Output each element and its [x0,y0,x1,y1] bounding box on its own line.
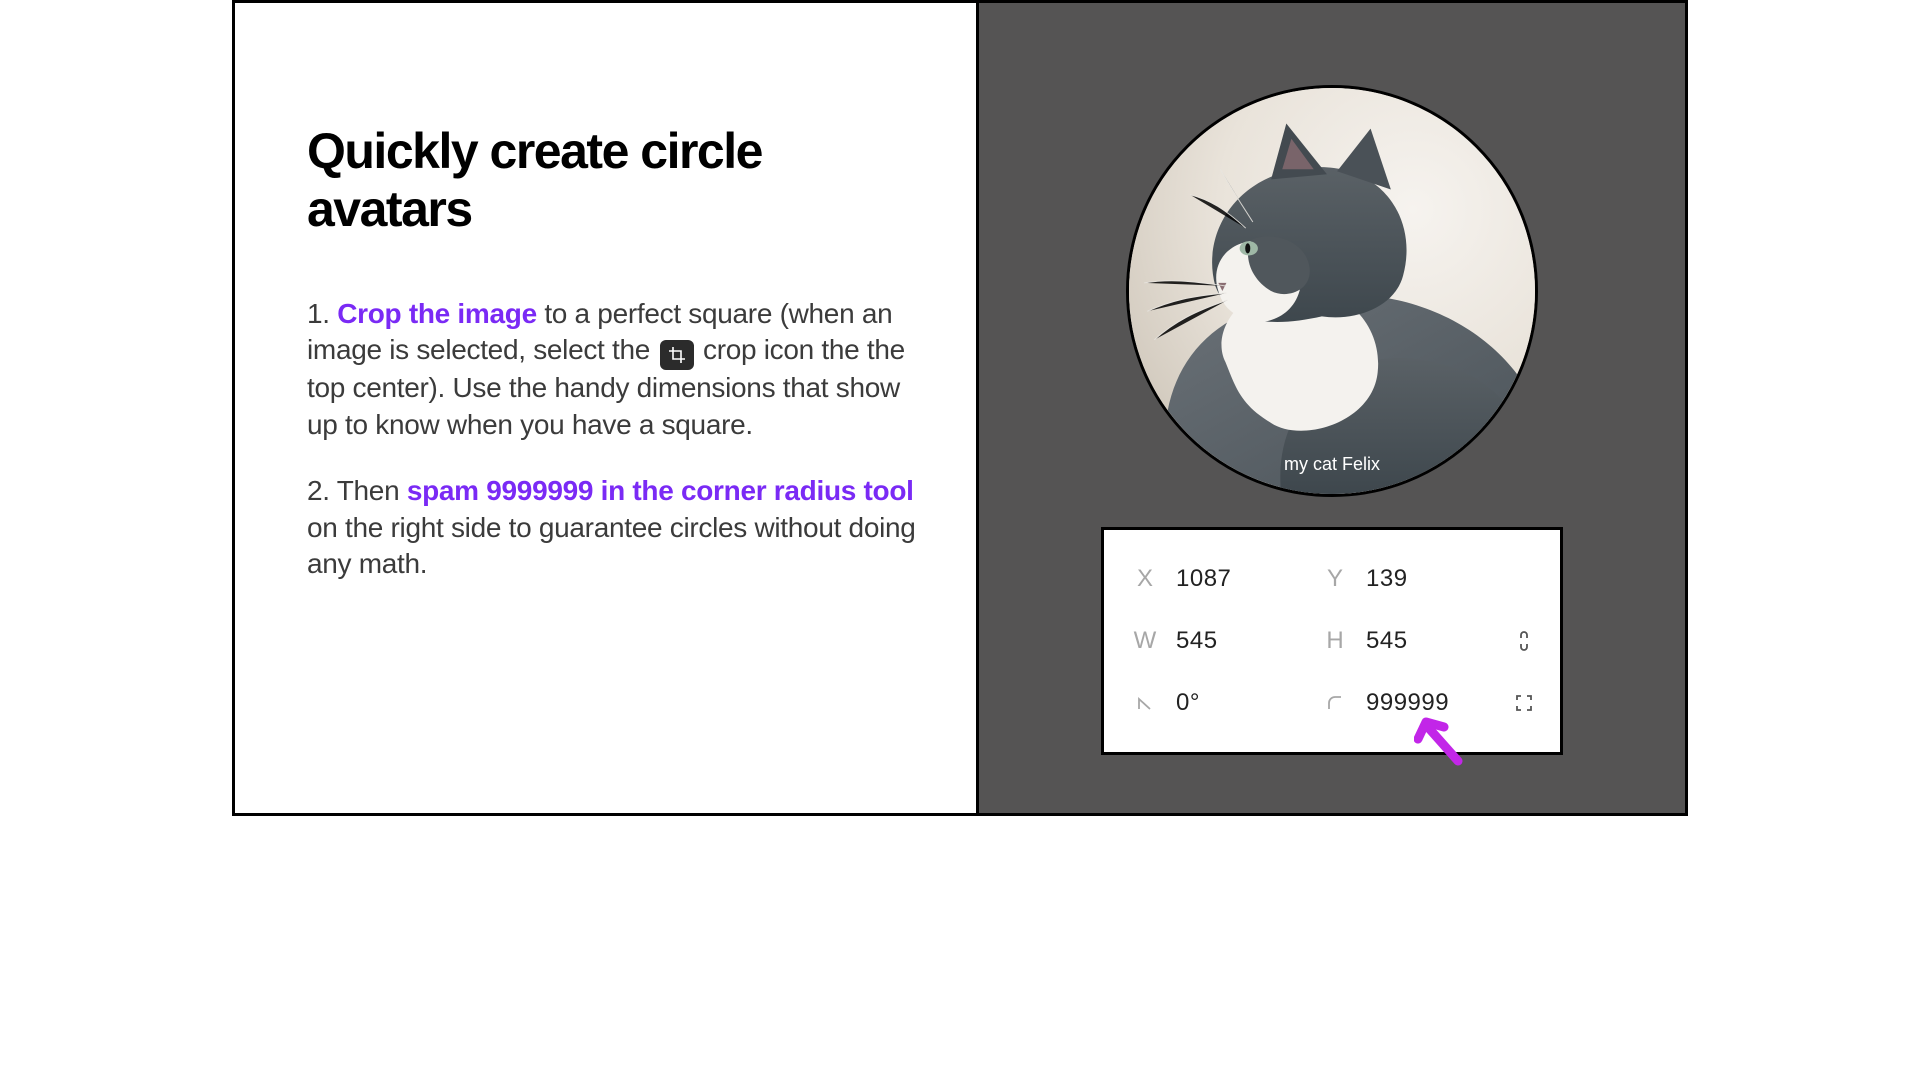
avatar-container: my cat Felix [1126,85,1538,497]
size-row: W 545 H 545 [1134,610,1538,672]
x-value[interactable]: 1087 [1176,565,1231,593]
h-label: H [1324,627,1346,655]
slide-frame: Quickly create circle avatars 1. Crop th… [232,0,1688,816]
step-1-highlight: Crop the image [337,298,537,329]
step-1-num: 1. [307,298,337,329]
corner-radius-value[interactable]: 999999 [1366,689,1449,717]
independent-corners-icon[interactable] [1510,694,1538,712]
y-label: Y [1324,565,1346,593]
step-2-num: 2. Then [307,475,407,506]
crop-icon [660,340,694,370]
properties-panel: X 1087 Y 139 W 545 H 545 [1101,527,1563,755]
position-row: X 1087 Y 139 [1134,548,1538,610]
avatar-image [1126,85,1538,497]
x-label: X [1134,565,1156,593]
corner-radius-icon [1324,694,1346,712]
step-2: 2. Then spam 9999999 in the corner radiu… [307,473,916,582]
w-value[interactable]: 545 [1176,627,1218,655]
step-1: 1. Crop the image to a perfect square (w… [307,296,916,443]
h-value[interactable]: 545 [1366,627,1408,655]
annotation-arrow-icon [1414,715,1474,780]
page-title: Quickly create circle avatars [307,123,916,238]
step-2-highlight: spam 9999999 in the corner radius tool [407,475,914,506]
step-2-text: on the right side to guarantee circles w… [307,512,916,579]
rotation-radius-row: 0° 999999 [1134,672,1538,734]
rotation-value[interactable]: 0° [1176,689,1200,717]
preview-pane: my cat Felix X 1087 Y 139 W 545 [979,3,1685,813]
w-label: W [1134,627,1156,655]
rotation-icon [1134,694,1156,712]
y-value[interactable]: 139 [1366,565,1408,593]
link-dimensions-icon[interactable] [1510,629,1538,653]
avatar-caption: my cat Felix [1126,454,1538,475]
instructions-pane: Quickly create circle avatars 1. Crop th… [235,3,979,813]
